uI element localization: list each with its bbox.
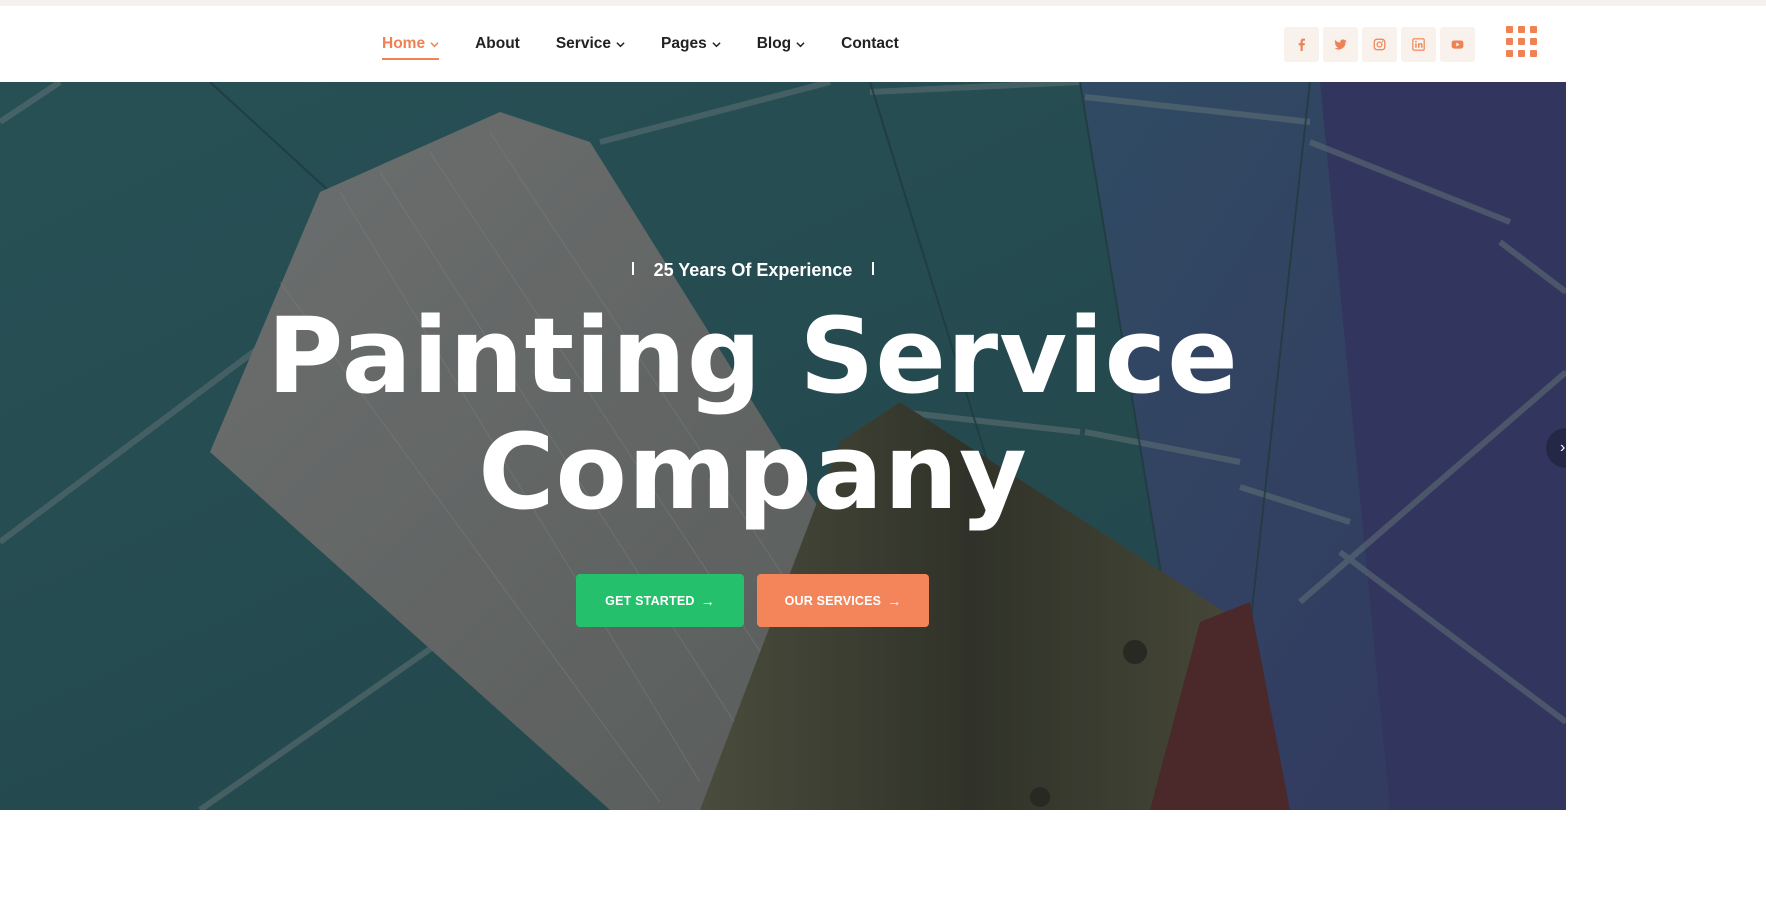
- our-services-button[interactable]: OUR SERVICES →: [757, 574, 929, 627]
- page-bottom: [0, 810, 1766, 916]
- youtube-icon: [1451, 40, 1464, 49]
- instagram-link[interactable]: [1362, 27, 1397, 62]
- right-margin: [1566, 82, 1766, 916]
- nav-label-about: About: [475, 35, 520, 52]
- linkedin-link[interactable]: [1401, 27, 1436, 62]
- site-header: Home About Service Pages Blog Contact: [0, 6, 1766, 82]
- facebook-icon: [1298, 38, 1305, 51]
- instagram-icon: [1373, 38, 1386, 51]
- divider-bar: [631, 261, 634, 275]
- nav-label-pages: Pages: [661, 35, 707, 52]
- nav-label-blog: Blog: [756, 35, 792, 52]
- arrow-right-icon: →: [700, 592, 715, 609]
- hero-eyebrow: 25 Years Of Experience: [0, 260, 1506, 281]
- chevron-down-icon: [796, 41, 805, 47]
- grid-menu-icon[interactable]: [1506, 26, 1538, 58]
- social-links: [1284, 27, 1475, 62]
- our-services-label: OUR SERVICES: [784, 593, 882, 608]
- hero-slider: 25 Years Of Experience Painting Service …: [0, 82, 1566, 810]
- hero-title-line2: Company: [478, 411, 1028, 533]
- hero-buttons: GET STARTED → OUR SERVICES →: [576, 574, 929, 627]
- divider-bar: [872, 261, 875, 275]
- nav-item-blog[interactable]: Blog: [757, 6, 805, 82]
- twitter-icon: [1334, 39, 1347, 50]
- main-nav: Home About Service Pages Blog Contact: [382, 6, 935, 82]
- nav-label-home: Home: [382, 35, 426, 52]
- get-started-button[interactable]: GET STARTED →: [576, 574, 744, 627]
- nav-item-contact[interactable]: Contact: [841, 6, 899, 82]
- nav-item-pages[interactable]: Pages: [661, 6, 721, 82]
- nav-label-service: Service: [555, 35, 612, 52]
- youtube-link[interactable]: [1440, 27, 1475, 62]
- hero-eyebrow-text: 25 Years Of Experience: [653, 260, 853, 280]
- hero-title: Painting Service Company: [0, 298, 1506, 530]
- twitter-link[interactable]: [1323, 27, 1358, 62]
- nav-item-service[interactable]: Service: [556, 6, 625, 82]
- chevron-down-icon: [430, 41, 439, 47]
- nav-label-contact: Contact: [841, 35, 899, 52]
- get-started-label: GET STARTED: [605, 593, 695, 608]
- hero-title-line1: Painting Service: [267, 295, 1239, 417]
- arrow-right-icon: →: [887, 592, 902, 609]
- chevron-down-icon: [712, 41, 721, 47]
- nav-item-home[interactable]: Home: [382, 6, 440, 82]
- facebook-link[interactable]: [1284, 27, 1319, 62]
- chevron-down-icon: [616, 41, 625, 47]
- linkedin-icon: [1412, 38, 1425, 51]
- nav-item-about[interactable]: About: [475, 6, 520, 82]
